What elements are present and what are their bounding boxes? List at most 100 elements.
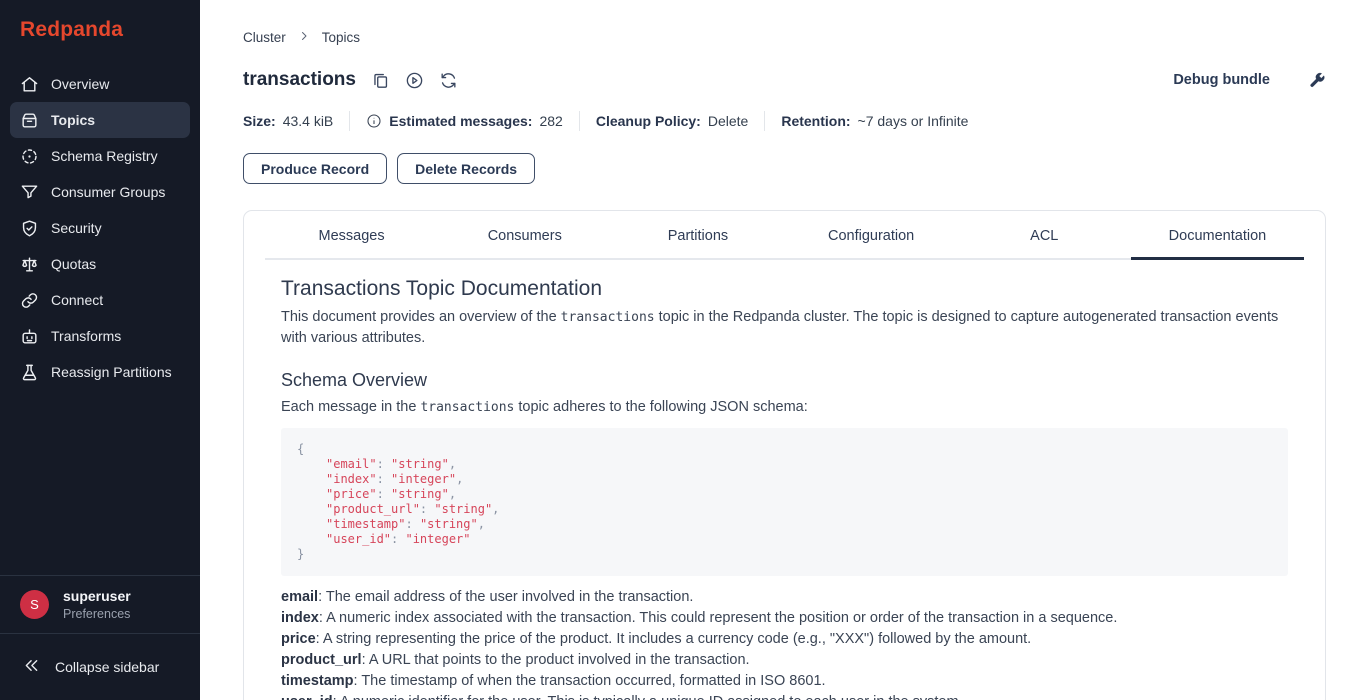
sidebar-item-overview[interactable]: Overview <box>10 66 190 102</box>
schema-registry-icon <box>20 147 39 166</box>
field-user-id: user_id: A numeric identifier for the us… <box>281 692 1288 700</box>
doc-title: Transactions Topic Documentation <box>281 277 1288 301</box>
sidebar-item-label: Quotas <box>51 256 96 272</box>
tab-acl[interactable]: ACL <box>958 228 1131 260</box>
sidebar-item-label: Reassign Partitions <box>51 364 172 380</box>
stat-divider <box>349 111 350 131</box>
sidebar-item-label: Consumer Groups <box>51 184 165 200</box>
code-line: "timestamp": "string", <box>297 517 1272 532</box>
avatar: S <box>20 590 49 619</box>
tab-bar: Messages Consumers Partitions Configurat… <box>265 211 1304 260</box>
code-line: "user_id": "integer" <box>297 532 1272 547</box>
user-name: superuser <box>63 588 131 604</box>
tab-documentation[interactable]: Documentation <box>1131 228 1304 260</box>
flask-icon <box>20 363 39 382</box>
field-product-url: product_url: A URL that points to the pr… <box>281 650 1288 671</box>
code-line: "email": "string", <box>297 457 1272 472</box>
sidebar-item-consumer-groups[interactable]: Consumer Groups <box>10 174 190 210</box>
inline-code: transactions <box>561 310 655 325</box>
tab-partitions[interactable]: Partitions <box>611 228 784 260</box>
code-line: "price": "string", <box>297 487 1272 502</box>
sidebar-bottom: S superuser Preferences Collapse sidebar <box>0 575 200 700</box>
sidebar-item-quotas[interactable]: Quotas <box>10 246 190 282</box>
stat-value: 43.4 kiB <box>283 113 334 129</box>
home-icon <box>20 75 39 94</box>
field-descriptions: email: The email address of the user inv… <box>281 587 1288 700</box>
redpanda-logo: Redpanda <box>0 0 200 56</box>
robot-icon <box>20 327 39 346</box>
double-chevron-left-icon <box>22 656 41 678</box>
stat-size: Size: 43.4 kiB <box>243 113 333 129</box>
app-window: Redpanda Overview Topics Schema Registry <box>0 0 1366 700</box>
stat-label: Size: <box>243 113 276 129</box>
sidebar-item-security[interactable]: Security <box>10 210 190 246</box>
topics-box-icon <box>20 111 39 130</box>
stat-value: 282 <box>539 113 562 129</box>
field-timestamp: timestamp: The timestamp of when the tra… <box>281 671 1288 692</box>
code-line: } <box>297 547 1272 562</box>
schema-intro: Each message in the transactions topic a… <box>281 397 1288 418</box>
stat-label: Cleanup Policy: <box>596 113 701 129</box>
copy-icon[interactable] <box>371 71 390 90</box>
produce-record-button[interactable]: Produce Record <box>243 153 387 184</box>
shield-check-icon <box>20 219 39 238</box>
sidebar-item-topics[interactable]: Topics <box>10 102 190 138</box>
code-line: { <box>297 442 1272 457</box>
stat-divider <box>579 111 580 131</box>
user-menu[interactable]: S superuser Preferences <box>0 575 200 634</box>
breadcrumb-topics[interactable]: Topics <box>322 30 360 45</box>
delete-records-button[interactable]: Delete Records <box>397 153 535 184</box>
sidebar-item-label: Connect <box>51 292 103 308</box>
field-index: index: A numeric index associated with t… <box>281 608 1288 629</box>
sidebar-item-connect[interactable]: Connect <box>10 282 190 318</box>
scales-icon <box>20 255 39 274</box>
tab-messages[interactable]: Messages <box>265 228 438 260</box>
sidebar: Redpanda Overview Topics Schema Registry <box>0 0 200 700</box>
main-content: Cluster Topics transactions Debug bund <box>200 0 1366 700</box>
user-preferences-link[interactable]: Preferences <box>63 607 131 621</box>
json-schema-code-block: { "email": "string", "index": "integer",… <box>281 428 1288 576</box>
topic-stats: Size: 43.4 kiB Estimated messages: 282 C… <box>243 111 1326 131</box>
wrench-icon[interactable] <box>1308 71 1326 89</box>
stat-estimated-messages: Estimated messages: 282 <box>366 113 563 129</box>
doc-intro: This document provides an overview of th… <box>281 307 1288 349</box>
sidebar-item-schema-registry[interactable]: Schema Registry <box>10 138 190 174</box>
sidebar-item-label: Overview <box>51 76 109 92</box>
topic-actions: Produce Record Delete Records <box>243 153 1326 184</box>
breadcrumb-cluster[interactable]: Cluster <box>243 30 286 45</box>
redpanda-logo-text: Redpanda <box>20 18 123 41</box>
field-price: price: A string representing the price o… <box>281 629 1288 650</box>
refresh-icon[interactable] <box>439 71 458 90</box>
breadcrumb: Cluster Topics <box>243 0 1326 45</box>
sidebar-item-transforms[interactable]: Transforms <box>10 318 190 354</box>
tab-configuration[interactable]: Configuration <box>785 228 958 260</box>
link-icon <box>20 291 39 310</box>
collapse-sidebar-button[interactable]: Collapse sidebar <box>0 634 200 700</box>
title-right: Debug bundle <box>1173 71 1326 89</box>
chevron-right-icon <box>298 30 310 45</box>
title-row: transactions Debug bundle <box>243 69 1326 91</box>
info-icon[interactable] <box>366 113 382 129</box>
title-actions <box>371 71 458 90</box>
sidebar-item-label: Security <box>51 220 102 236</box>
field-email: email: The email address of the user inv… <box>281 587 1288 608</box>
sidebar-item-label: Transforms <box>51 328 121 344</box>
stat-retention: Retention: ~7 days or Infinite <box>781 113 968 129</box>
funnel-icon <box>20 183 39 202</box>
stat-cleanup-policy: Cleanup Policy: Delete <box>596 113 749 129</box>
stat-value: ~7 days or Infinite <box>858 113 969 129</box>
documentation-panel: Transactions Topic Documentation This do… <box>244 260 1325 700</box>
code-line: "product_url": "string", <box>297 502 1272 517</box>
page-title: transactions <box>243 69 356 91</box>
topic-detail-card: Messages Consumers Partitions Configurat… <box>243 210 1326 700</box>
play-circle-icon[interactable] <box>405 71 424 90</box>
debug-bundle-link[interactable]: Debug bundle <box>1173 72 1270 88</box>
sidebar-item-reassign-partitions[interactable]: Reassign Partitions <box>10 354 190 390</box>
code-line: "index": "integer", <box>297 472 1272 487</box>
stat-label: Retention: <box>781 113 850 129</box>
inline-code: transactions <box>420 400 514 415</box>
stat-label: Estimated messages: <box>389 113 532 129</box>
collapse-sidebar-label: Collapse sidebar <box>55 659 159 675</box>
schema-overview-heading: Schema Overview <box>281 370 1288 391</box>
tab-consumers[interactable]: Consumers <box>438 228 611 260</box>
